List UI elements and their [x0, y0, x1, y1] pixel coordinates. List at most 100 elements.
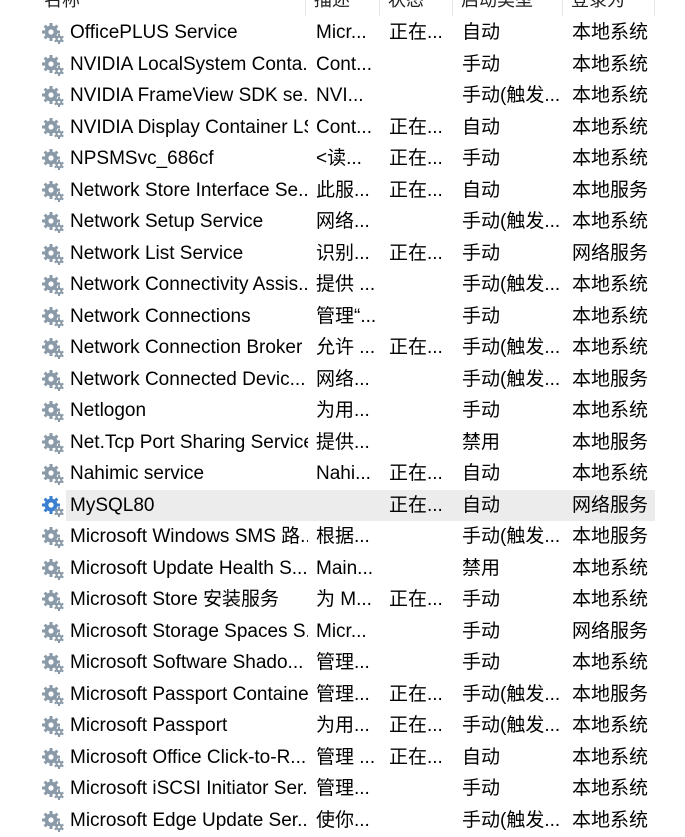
- table-row[interactable]: Microsoft Update Health S... Main... 禁用 …: [0, 553, 685, 585]
- table-row[interactable]: Microsoft Passport Container 管理... 正在...…: [0, 679, 685, 711]
- service-log-on-as: 本地服务: [572, 683, 649, 705]
- service-log-on-as: 网络服务: [572, 242, 649, 264]
- service-log-on-as: 本地系统: [572, 53, 649, 75]
- service-status: [389, 616, 455, 648]
- service-startup-type: 手动: [462, 242, 501, 264]
- service-description: Micr...: [316, 620, 367, 642]
- service-description: 提供...: [316, 431, 370, 453]
- service-status: [389, 80, 455, 112]
- table-row[interactable]: Microsoft Edge Update Ser... 使你... 手动(触发…: [0, 805, 685, 837]
- service-startup-type: 手动: [462, 53, 501, 75]
- service-gear-icon: [41, 306, 65, 328]
- table-row[interactable]: Nahimic service Nahi... 正在... 自动 本地系统: [0, 458, 685, 490]
- service-gear-icon: [41, 652, 65, 674]
- service-description: 为用...: [316, 400, 370, 421]
- service-gear-icon: [41, 148, 65, 170]
- table-row[interactable]: Microsoft iSCSI Initiator Ser... 管理... 手…: [0, 773, 685, 805]
- table-row[interactable]: Network Connectivity Assis... 提供 ... 手动(…: [0, 269, 685, 301]
- service-description: [316, 490, 382, 522]
- service-name: Microsoft Edge Update Ser...: [70, 809, 308, 831]
- table-row[interactable]: NVIDIA LocalSystem Conta... Cont... 手动 本…: [0, 49, 685, 81]
- service-gear-icon: [41, 778, 65, 800]
- table-row[interactable]: Netlogon 为用... 手动 本地系统: [0, 395, 685, 427]
- service-gear-icon: [41, 180, 65, 202]
- service-gear-icon: [41, 558, 65, 580]
- service-description: Nahi...: [316, 463, 371, 484]
- table-row[interactable]: Network Store Interface Se... 此服... 正在..…: [0, 175, 685, 207]
- service-log-on-as: 本地系统: [572, 809, 649, 831]
- service-log-on-as: 本地系统: [572, 274, 649, 295]
- table-row[interactable]: NVIDIA Display Container LS Cont... 正在..…: [0, 112, 685, 144]
- service-startup-type: 手动: [462, 589, 501, 610]
- service-startup-type: 手动(触发...: [462, 526, 561, 547]
- service-startup-type: 手动(触发...: [462, 337, 561, 358]
- table-row[interactable]: Net.Tcp Port Sharing Service 提供... 禁用 本地…: [0, 427, 685, 459]
- service-log-on-as: 本地系统: [572, 305, 649, 327]
- service-description: 为用...: [316, 715, 370, 736]
- service-status: [389, 206, 455, 238]
- column-header-status[interactable]: 状态: [380, 0, 453, 16]
- service-description: 网络...: [316, 368, 370, 390]
- table-row[interactable]: Network Setup Service 网络... 手动(触发... 本地系…: [0, 206, 685, 238]
- service-gear-icon: [41, 22, 65, 44]
- service-log-on-as: 本地系统: [572, 463, 649, 484]
- service-status: 正在...: [389, 589, 443, 610]
- service-status: [389, 364, 455, 396]
- service-name: Nahimic service: [70, 463, 205, 484]
- service-gear-icon: [41, 211, 65, 233]
- table-row[interactable]: Network Connected Devic... 网络... 手动(触发..…: [0, 364, 685, 396]
- service-gear-icon: [41, 526, 65, 548]
- column-header-log-on-as[interactable]: 登录为: [563, 0, 655, 16]
- service-status: 正在...: [389, 715, 443, 736]
- service-log-on-as: 本地系统: [572, 652, 649, 673]
- service-description: 管理...: [316, 778, 370, 799]
- table-row[interactable]: NPSMSvc_686cf <读... 正在... 手动 本地系统: [0, 143, 685, 175]
- service-description: 允许 ...: [316, 337, 376, 358]
- service-name: Network Store Interface Se...: [70, 179, 308, 201]
- service-log-on-as: 本地系统: [572, 778, 649, 799]
- service-log-on-as: 本地系统: [572, 715, 649, 736]
- service-startup-type: 禁用: [462, 431, 501, 453]
- service-startup-type: 手动: [462, 652, 501, 673]
- service-log-on-as: 本地系统: [572, 589, 649, 610]
- column-header-name[interactable]: 名称: [36, 0, 306, 16]
- table-row[interactable]: Network List Service 识别... 正在... 手动 网络服务: [0, 238, 685, 270]
- table-row[interactable]: OfficePLUS Service Micr... 正在... 自动 本地系统: [0, 17, 685, 49]
- table-row[interactable]: Microsoft Storage Spaces S... Micr... 手动…: [0, 616, 685, 648]
- service-startup-type: 手动: [462, 778, 501, 799]
- service-status: [389, 521, 455, 553]
- table-row[interactable]: Microsoft Office Click-to-R... 管理 ... 正在…: [0, 742, 685, 774]
- table-row[interactable]: NVIDIA FrameView SDK se... NVI... 手动(触发.…: [0, 80, 685, 112]
- service-status: 正在...: [389, 337, 443, 358]
- service-log-on-as: 本地系统: [572, 337, 649, 358]
- service-status: 正在...: [389, 148, 443, 169]
- column-header-description[interactable]: 描述: [306, 0, 380, 16]
- table-row[interactable]: MySQL80 正在... 自动 网络服务: [0, 489, 685, 522]
- service-gear-icon: [41, 432, 65, 454]
- table-row[interactable]: Microsoft Software Shado... 管理... 手动 本地系…: [0, 647, 685, 679]
- service-name: NVIDIA LocalSystem Conta...: [70, 53, 308, 75]
- service-name: Microsoft Update Health S...: [70, 557, 308, 579]
- service-status: 正在...: [389, 22, 443, 43]
- service-log-on-as: 本地系统: [572, 557, 649, 579]
- table-row[interactable]: Microsoft Windows SMS 路... 根据... 手动(触发..…: [0, 521, 685, 553]
- service-name: NVIDIA Display Container LS: [70, 116, 308, 138]
- service-description: <读...: [316, 148, 362, 169]
- service-log-on-as: 本地服务: [572, 179, 649, 201]
- service-gear-icon: [41, 369, 65, 391]
- service-gear-icon: [41, 589, 65, 611]
- table-row[interactable]: Network Connection Broker 允许 ... 正在... 手…: [0, 332, 685, 364]
- table-row[interactable]: Microsoft Passport 为用... 正在... 手动(触发... …: [0, 710, 685, 742]
- table-row[interactable]: Microsoft Store 安装服务 为 M... 正在... 手动 本地系…: [0, 584, 685, 616]
- table-row[interactable]: Network Connections 管理“... 手动 本地系统: [0, 301, 685, 333]
- service-log-on-as: 本地系统: [572, 85, 649, 106]
- service-status: [389, 49, 455, 81]
- service-name: NVIDIA FrameView SDK se...: [70, 85, 308, 106]
- service-status: 正在...: [389, 242, 443, 264]
- column-header-startup-type[interactable]: 启动类型: [453, 0, 563, 16]
- service-name: MySQL80: [70, 494, 155, 516]
- service-status: [389, 269, 455, 301]
- service-log-on-as: 本地系统: [572, 116, 649, 138]
- service-name: Microsoft Passport Container: [70, 683, 308, 705]
- service-log-on-as: 网络服务: [572, 494, 649, 516]
